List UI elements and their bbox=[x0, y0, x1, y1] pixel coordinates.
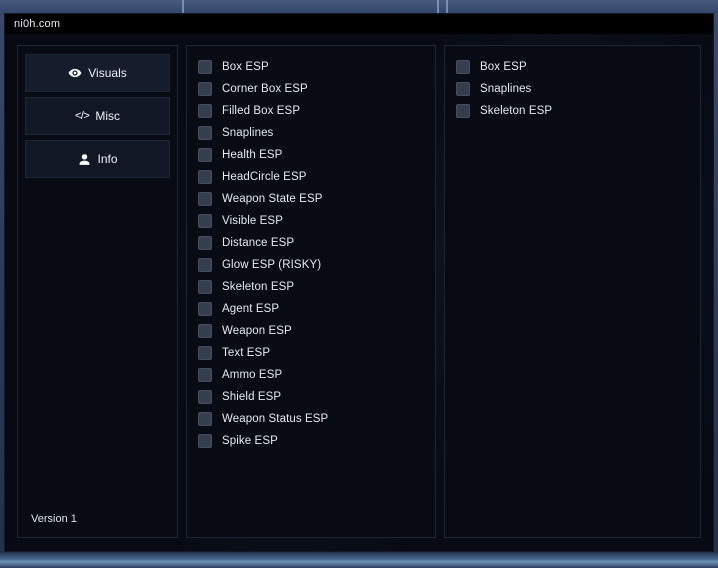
secondary-option-row[interactable]: Snaplines bbox=[456, 78, 690, 100]
sidebar-item-info[interactable]: Info bbox=[25, 140, 170, 178]
visuals-option-label: Agent ESP bbox=[222, 303, 280, 315]
person-icon bbox=[77, 152, 91, 166]
visuals-option-label: Weapon State ESP bbox=[222, 193, 323, 205]
visuals-option-row[interactable]: Spike ESP bbox=[198, 430, 425, 452]
visuals-option-row[interactable]: Weapon Status ESP bbox=[198, 408, 425, 430]
checkbox-icon[interactable] bbox=[198, 346, 212, 360]
visuals-option-row[interactable]: Snaplines bbox=[198, 122, 425, 144]
top-strip-divider bbox=[182, 0, 184, 13]
checkbox-icon[interactable] bbox=[198, 60, 212, 74]
secondary-option-label: Snaplines bbox=[480, 83, 532, 95]
secondary-option-label: Box ESP bbox=[480, 61, 527, 73]
app-window: ni0h.com Visuals </> Misc Info Version 1… bbox=[4, 13, 714, 552]
checkbox-icon[interactable] bbox=[456, 60, 470, 74]
checkbox-icon[interactable] bbox=[198, 434, 212, 448]
visuals-option-label: Spike ESP bbox=[222, 435, 278, 447]
visuals-option-label: Weapon Status ESP bbox=[222, 413, 329, 425]
visuals-option-row[interactable]: Visible ESP bbox=[198, 210, 425, 232]
visuals-option-label: Corner Box ESP bbox=[222, 83, 308, 95]
checkbox-icon[interactable] bbox=[198, 368, 212, 382]
visuals-option-row[interactable]: Ammo ESP bbox=[198, 364, 425, 386]
checkbox-icon[interactable] bbox=[198, 82, 212, 96]
window-title: ni0h.com bbox=[14, 18, 61, 30]
checkbox-icon[interactable] bbox=[198, 412, 212, 426]
visuals-option-row[interactable]: Filled Box ESP bbox=[198, 100, 425, 122]
visuals-option-label: Shield ESP bbox=[222, 391, 282, 403]
visuals-option-label: Ammo ESP bbox=[222, 369, 283, 381]
secondary-option-row[interactable]: Box ESP bbox=[456, 56, 690, 78]
sidebar: Visuals </> Misc Info Version 1 bbox=[17, 45, 178, 538]
checkbox-icon[interactable] bbox=[198, 324, 212, 338]
checkbox-icon[interactable] bbox=[198, 258, 212, 272]
checkbox-icon[interactable] bbox=[198, 192, 212, 206]
checkbox-icon[interactable] bbox=[456, 82, 470, 96]
checkbox-icon[interactable] bbox=[198, 302, 212, 316]
desktop-bottom-strip bbox=[0, 552, 718, 568]
visuals-option-row[interactable]: Box ESP bbox=[198, 56, 425, 78]
visuals-option-label: Box ESP bbox=[222, 61, 269, 73]
secondary-option-label: Skeleton ESP bbox=[480, 105, 553, 117]
sidebar-item-label: Visuals bbox=[88, 66, 127, 80]
desktop-top-strip bbox=[0, 0, 718, 13]
visuals-option-label: Weapon ESP bbox=[222, 325, 292, 337]
visuals-options-list: Box ESP Corner Box ESP Filled Box ESP Snapl… bbox=[198, 56, 425, 452]
window-titlebar[interactable]: ni0h.com bbox=[5, 14, 713, 34]
checkbox-icon[interactable] bbox=[198, 126, 212, 140]
visuals-option-row[interactable]: Skeleton ESP bbox=[198, 276, 425, 298]
sidebar-item-visuals[interactable]: Visuals bbox=[25, 54, 170, 92]
visuals-option-label: Filled Box ESP bbox=[222, 105, 301, 117]
sidebar-item-label: Info bbox=[97, 152, 118, 166]
visuals-options-panel: Box ESP Corner Box ESP Filled Box ESP Snapl… bbox=[186, 45, 436, 538]
visuals-option-label: Health ESP bbox=[222, 149, 283, 161]
visuals-option-row[interactable]: Agent ESP bbox=[198, 298, 425, 320]
checkbox-icon[interactable] bbox=[198, 170, 212, 184]
visuals-option-label: HeadCircle ESP bbox=[222, 171, 307, 183]
visuals-option-row[interactable]: Glow ESP (RISKY) bbox=[198, 254, 425, 276]
visuals-option-row[interactable]: Weapon ESP bbox=[198, 320, 425, 342]
visuals-option-row[interactable]: HeadCircle ESP bbox=[198, 166, 425, 188]
visuals-option-row[interactable]: Shield ESP bbox=[198, 386, 425, 408]
code-icon: </> bbox=[74, 110, 90, 122]
visuals-option-label: Visible ESP bbox=[222, 215, 283, 227]
visuals-option-label: Text ESP bbox=[222, 347, 271, 359]
version-label: Version 1 bbox=[31, 513, 77, 525]
checkbox-icon[interactable] bbox=[198, 280, 212, 294]
visuals-option-row[interactable]: Health ESP bbox=[198, 144, 425, 166]
top-strip-divider bbox=[437, 0, 439, 13]
visuals-option-row[interactable]: Distance ESP bbox=[198, 232, 425, 254]
checkbox-icon[interactable] bbox=[198, 148, 212, 162]
visuals-option-label: Snaplines bbox=[222, 127, 274, 139]
visuals-option-row[interactable]: Text ESP bbox=[198, 342, 425, 364]
checkbox-icon[interactable] bbox=[198, 104, 212, 118]
eye-icon bbox=[68, 66, 82, 80]
secondary-options-panel: Box ESP Snaplines Skeleton ESP bbox=[444, 45, 701, 538]
window-body: Visuals </> Misc Info Version 1 Box ESP C… bbox=[5, 34, 713, 551]
checkbox-icon[interactable] bbox=[456, 104, 470, 118]
checkbox-icon[interactable] bbox=[198, 390, 212, 404]
checkbox-icon[interactable] bbox=[198, 236, 212, 250]
visuals-option-label: Distance ESP bbox=[222, 237, 295, 249]
secondary-options-list: Box ESP Snaplines Skeleton ESP bbox=[456, 56, 690, 122]
visuals-option-label: Skeleton ESP bbox=[222, 281, 295, 293]
top-strip-divider bbox=[446, 0, 448, 13]
visuals-option-row[interactable]: Corner Box ESP bbox=[198, 78, 425, 100]
checkbox-icon[interactable] bbox=[198, 214, 212, 228]
visuals-option-label: Glow ESP (RISKY) bbox=[222, 259, 322, 271]
sidebar-item-misc[interactable]: </> Misc bbox=[25, 97, 170, 135]
visuals-option-row[interactable]: Weapon State ESP bbox=[198, 188, 425, 210]
secondary-option-row[interactable]: Skeleton ESP bbox=[456, 100, 690, 122]
sidebar-item-label: Misc bbox=[95, 109, 121, 123]
